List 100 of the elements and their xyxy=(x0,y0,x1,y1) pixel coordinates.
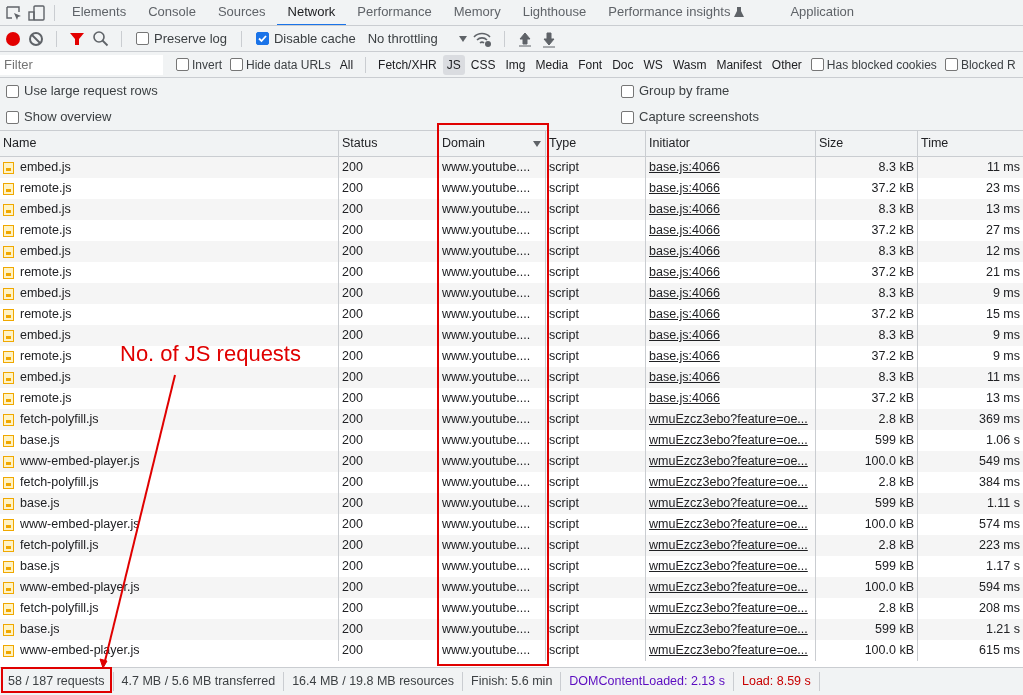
type-filter[interactable]: Img xyxy=(501,54,530,75)
domain: www.youtube.... xyxy=(442,642,531,660)
initiator-link[interactable]: wmuEzcz3ebo?feature=oe... xyxy=(649,515,808,534)
panel-tab[interactable]: Application xyxy=(779,0,866,25)
domain: www.youtube.... xyxy=(442,222,531,240)
throttling-dropdown[interactable]: No throttling xyxy=(363,28,468,49)
resource-type: script xyxy=(549,516,579,534)
type-filter[interactable]: All xyxy=(335,54,358,75)
status-code: 200 xyxy=(342,600,363,618)
initiator-link[interactable]: base.js:4066 xyxy=(649,179,720,198)
initiator-link[interactable]: base.js:4066 xyxy=(649,389,720,408)
column-header[interactable]: Status xyxy=(338,131,438,156)
type-filter[interactable]: Fetch/XHR xyxy=(374,54,441,75)
initiator-link[interactable]: base.js:4066 xyxy=(649,263,720,282)
type-filter[interactable]: JS xyxy=(442,54,465,75)
type-filter[interactable]: Font xyxy=(574,54,607,75)
initiator-link[interactable]: base.js:4066 xyxy=(649,284,720,303)
script-file-icon xyxy=(3,476,14,489)
script-file-icon xyxy=(3,308,14,321)
script-file-icon xyxy=(3,413,14,426)
flask-icon xyxy=(734,5,745,18)
file-name: base.js xyxy=(20,432,60,450)
panel-tab[interactable]: Lighthouse xyxy=(511,0,598,25)
initiator-link[interactable]: wmuEzcz3ebo?feature=oe... xyxy=(649,620,808,639)
panel-tab[interactable]: Performance xyxy=(346,0,443,25)
type-filter[interactable]: WS xyxy=(639,54,667,75)
checkbox[interactable]: Disable cache xyxy=(252,28,360,49)
type-filter[interactable]: CSS xyxy=(466,54,500,75)
type-filter[interactable]: Other xyxy=(767,54,806,75)
initiator-link[interactable]: base.js:4066 xyxy=(649,305,720,324)
script-file-icon xyxy=(3,329,14,342)
resource-type: script xyxy=(549,201,579,219)
initiator-link[interactable]: wmuEzcz3ebo?feature=oe... xyxy=(649,641,808,660)
checkbox[interactable]: Hide data URLs xyxy=(227,55,334,74)
size: 37.2 kB xyxy=(871,348,914,366)
initiator-link[interactable]: wmuEzcz3ebo?feature=oe... xyxy=(649,431,808,450)
checkbox[interactable]: Blocked R xyxy=(941,55,1019,74)
initiator-link[interactable]: base.js:4066 xyxy=(649,200,720,219)
panel-tab[interactable]: Console xyxy=(137,0,207,25)
type-filter[interactable]: Manifest xyxy=(712,54,766,75)
initiator-link[interactable]: wmuEzcz3ebo?feature=oe... xyxy=(649,473,808,492)
panel-tab[interactable]: Elements xyxy=(61,0,138,25)
time: 23 ms xyxy=(985,180,1020,198)
panel-tab[interactable]: Sources xyxy=(206,0,277,25)
checkbox[interactable]: Capture screenshots xyxy=(617,107,763,127)
status-code: 200 xyxy=(342,369,363,387)
clear-icon[interactable] xyxy=(26,29,46,48)
panel-tab[interactable]: Performance insights xyxy=(597,0,756,25)
time: 549 ms xyxy=(979,453,1020,471)
file-name: remote.js xyxy=(20,348,72,366)
file-name: embed.js xyxy=(20,327,71,345)
resource-type: script xyxy=(549,411,579,429)
initiator-link[interactable]: wmuEzcz3ebo?feature=oe... xyxy=(649,557,808,576)
time: 1.17 s xyxy=(985,558,1020,576)
initiator-link[interactable]: base.js:4066 xyxy=(649,347,720,366)
type-filter[interactable]: Media xyxy=(531,54,573,75)
initiator-link[interactable]: base.js:4066 xyxy=(649,326,720,345)
caret-icon xyxy=(457,34,468,43)
resource-type: script xyxy=(549,579,579,597)
initiator-link[interactable]: wmuEzcz3ebo?feature=oe... xyxy=(649,536,808,555)
column-header[interactable]: Time xyxy=(917,131,1023,156)
initiator-link[interactable]: base.js:4066 xyxy=(649,368,720,387)
filter-field[interactable]: Filter xyxy=(0,54,163,75)
checkbox[interactable]: Use large request rows xyxy=(2,81,162,101)
checkbox[interactable]: Invert xyxy=(173,55,225,74)
checkbox[interactable]: Preserve log xyxy=(132,28,231,49)
size: 2.8 kB xyxy=(878,411,914,429)
checkbox[interactable]: Show overview xyxy=(2,107,116,127)
type-filter[interactable]: Wasm xyxy=(668,54,711,75)
initiator-link[interactable]: base.js:4066 xyxy=(649,158,720,177)
column-header[interactable]: Type xyxy=(545,131,645,156)
panel-tab[interactable]: Memory xyxy=(442,0,512,25)
device-icon[interactable] xyxy=(26,3,48,22)
type-filter[interactable]: Doc xyxy=(608,54,638,75)
domain: www.youtube.... xyxy=(442,390,531,408)
record-icon[interactable] xyxy=(4,29,22,48)
script-file-icon xyxy=(3,644,14,657)
status-code: 200 xyxy=(342,390,363,408)
initiator-link[interactable]: base.js:4066 xyxy=(649,221,720,240)
column-header[interactable]: Domain xyxy=(438,131,545,156)
script-file-icon xyxy=(3,161,14,174)
domain: www.youtube.... xyxy=(442,264,531,282)
initiator-link[interactable]: wmuEzcz3ebo?feature=oe... xyxy=(649,410,808,429)
size: 100.0 kB xyxy=(864,516,914,534)
status-code: 200 xyxy=(342,348,363,366)
checkbox[interactable]: Has blocked cookies xyxy=(807,55,940,74)
script-file-icon xyxy=(3,581,14,594)
column-header[interactable]: Initiator xyxy=(645,131,815,156)
initiator-link[interactable]: wmuEzcz3ebo?feature=oe... xyxy=(649,452,808,471)
checkbox[interactable]: Group by frame xyxy=(617,81,734,101)
initiator-link[interactable]: base.js:4066 xyxy=(649,242,720,261)
initiator-link[interactable]: wmuEzcz3ebo?feature=oe... xyxy=(649,599,808,618)
domain: www.youtube.... xyxy=(442,201,531,219)
domain: www.youtube.... xyxy=(442,474,531,492)
initiator-link[interactable]: wmuEzcz3ebo?feature=oe... xyxy=(649,578,808,597)
column-header[interactable]: Size xyxy=(815,131,917,156)
domain: www.youtube.... xyxy=(442,558,531,576)
initiator-link[interactable]: wmuEzcz3ebo?feature=oe... xyxy=(649,494,808,513)
search-icon[interactable] xyxy=(91,29,111,48)
column-header[interactable]: Name xyxy=(0,131,338,156)
